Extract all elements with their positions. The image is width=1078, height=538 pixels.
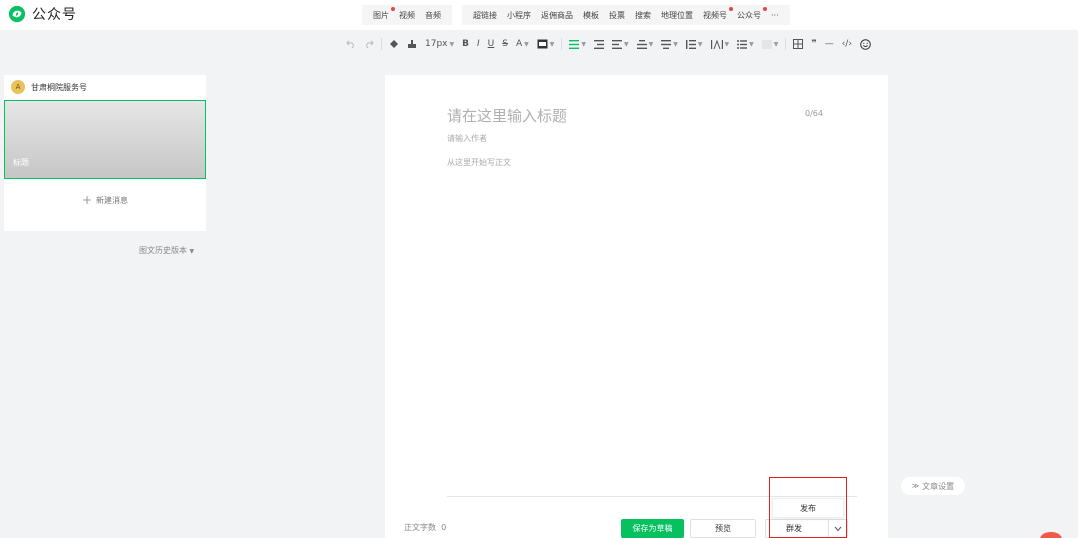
table-icon[interactable] [789,34,807,54]
new-message-button[interactable]: + 新建消息 [4,193,206,207]
divider-line-icon[interactable]: — [821,34,838,54]
body-input[interactable]: 从这里开始写正文 [447,157,511,168]
mass-send-button[interactable]: 群发 [765,519,829,538]
account-name: 甘肃桐院服务号 [31,82,87,92]
menu-item-location[interactable]: 地理位置 [656,10,698,21]
quote-icon[interactable]: ❞ [807,34,820,54]
double-chevron-down-icon: ≫ [911,482,920,490]
toolbar-divider [381,38,382,50]
preview-button[interactable]: 预览 [690,519,756,538]
clear-format-icon[interactable] [385,34,403,54]
background-color-icon[interactable]: ▼ [533,34,559,54]
code-icon[interactable]: ‹/› [838,34,856,54]
menu-item-video[interactable]: 视频 [394,10,420,21]
message-list-panel: A 甘肃桐院服务号 标题 + 新建消息 [4,75,206,231]
toolbar-divider [561,38,563,50]
text-style-icon[interactable]: ▼ [758,34,783,54]
article-card[interactable]: 标题 [4,100,206,179]
menu-item-audio[interactable]: 音频 [420,10,446,21]
list-icon[interactable]: ▼ [733,34,758,54]
article-editor: 请在这里输入标题 0/64 请输入作者 从这里开始写正文 [385,75,888,538]
account-avatar: A [11,80,25,94]
redo-icon[interactable] [360,34,378,54]
menu-item-template[interactable]: 模板 [578,10,604,21]
menu-item-commission-goods[interactable]: 返佣商品 [536,10,578,21]
caret-down-icon: ▼ [189,248,195,255]
history-version-dropdown[interactable]: 图文历史版本 ▼ [139,245,194,256]
send-options-dropdown[interactable] [828,519,848,538]
format-toolbar: 17px ▼ B I U S A ▼ ▼ ▼ ▼ ▼ ▼ ▼ ▼ ▼ ▼ ❞ —… [342,34,875,54]
indent-increase-icon[interactable] [590,34,608,54]
menu-item-image[interactable]: 图片 [368,6,395,21]
menu-item-mini-program[interactable]: 小程序 [502,10,536,21]
menu-item-more[interactable]: ··· [766,11,784,20]
logo[interactable]: 公众号 [8,4,77,24]
wechat-official-logo-icon [8,5,26,23]
app-title: 公众号 [32,7,77,23]
content-menu-group: 超链接 小程序 返佣商品 模板 投票 搜索 地理位置 视频号 公众号 ··· [462,5,790,25]
editor-divider [447,496,857,497]
strikethrough-button[interactable]: S [498,34,512,54]
letter-spacing-icon[interactable]: ▼ [707,34,734,54]
save-draft-button[interactable]: 保存为草稿 [621,519,684,538]
floating-help-badge[interactable] [1040,532,1062,538]
menu-item-channels[interactable]: 视频号 [698,6,733,21]
indent-decrease-icon[interactable]: ▼ [608,34,633,54]
title-char-count: 0/64 [805,109,823,118]
menu-item-official-account[interactable]: 公众号 [732,6,767,21]
insert-menu: 图片 视频 音频 超链接 小程序 返佣商品 模板 投票 搜索 地理位置 视频号 … [362,5,800,25]
toolbar-divider [785,38,787,50]
article-card-title: 标题 [13,158,29,167]
title-input[interactable]: 请在这里输入标题 [447,105,567,126]
line-height-icon[interactable]: ▼ [682,34,707,54]
undo-icon[interactable] [342,34,360,54]
paragraph-spacing-before-icon[interactable]: ▼ [633,34,658,54]
media-menu-group: 图片 视频 音频 [362,5,452,25]
italic-button[interactable]: I [473,34,484,54]
underline-button[interactable]: U [484,34,499,54]
author-input[interactable]: 请输入作者 [447,133,487,144]
word-count: 正文字数 0 [404,523,447,532]
top-header: 公众号 图片 视频 音频 超链接 小程序 返佣商品 模板 投票 搜索 地理位置 … [0,0,1078,30]
account-row: A 甘肃桐院服务号 [4,75,206,99]
publish-option[interactable]: 发布 [772,498,844,518]
bold-button[interactable]: B [458,34,473,54]
article-settings-button[interactable]: ≫ 文章设置 [901,477,965,495]
menu-item-hyperlink[interactable]: 超链接 [468,10,502,21]
menu-item-search[interactable]: 搜索 [630,10,656,21]
menu-item-vote[interactable]: 投票 [604,10,630,21]
font-color-select[interactable]: A ▼ [512,34,533,54]
paragraph-spacing-after-icon[interactable]: ▼ [657,34,682,54]
format-painter-icon[interactable] [403,34,421,54]
chevron-down-icon [834,526,842,531]
font-size-select[interactable]: 17px ▼ [421,34,458,54]
plus-icon: + [81,193,93,207]
emoji-icon[interactable] [856,34,875,54]
align-left-icon[interactable]: ▼ [565,34,590,54]
